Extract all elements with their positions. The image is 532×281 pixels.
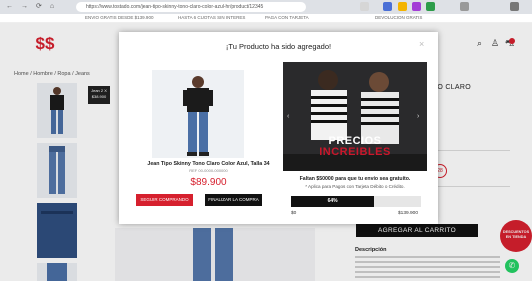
menu-icon[interactable]: [510, 2, 519, 11]
free-shipping-message: Faltan $50000 para que tu envío sea grat…: [299, 176, 411, 182]
promo-banner[interactable]: PRECIOS INCREIBLES ‹ ›: [283, 62, 427, 171]
added-product-price: $89.900: [190, 177, 227, 188]
promo-strip: ENVIO GRATIS DESDE $139.900 HASTA 6 CUOT…: [0, 14, 532, 23]
profile-icon[interactable]: [460, 2, 469, 11]
reload-icon[interactable]: ⟳: [36, 0, 42, 14]
added-to-cart-modal: ¡Tu Producto ha sido agregado! × Jean Ti…: [119, 32, 438, 224]
chevron-right-icon[interactable]: ›: [417, 113, 419, 120]
forward-icon[interactable]: →: [21, 0, 28, 14]
promo-item: DEVOLUCION GRATIS: [375, 15, 423, 20]
extension-icon[interactable]: [426, 2, 435, 11]
promo-item: ENVIO GRATIS DESDE $139.900: [85, 15, 154, 20]
home-icon[interactable]: ⌂: [50, 0, 54, 14]
extension-icon[interactable]: [383, 2, 392, 11]
extension-icon[interactable]: [360, 2, 369, 11]
promo-item: HASTA 6 CUOTAS SIN INTERES: [178, 15, 246, 20]
added-product-code: REF 00-0000-000000: [189, 168, 228, 173]
free-shipping-note: * Aplica para Pagos con Tarjeta Débito o…: [305, 184, 405, 189]
progress-max-label: $139.900: [398, 211, 419, 216]
promo-item: PAGA CON TARJETA: [265, 15, 309, 20]
progress-percent: 64%: [327, 198, 338, 204]
extension-icon[interactable]: [412, 2, 421, 11]
finish-purchase-button[interactable]: FINALIZAR LA COMPRA: [205, 194, 262, 206]
progress-min-label: $0: [291, 211, 297, 216]
shipping-progress-bar: 64%: [291, 196, 421, 207]
added-product-name: Jean Tipo Skinny Tono Claro Color Azul, …: [147, 161, 270, 167]
added-product-photo: [152, 70, 244, 158]
extension-icon[interactable]: [398, 2, 407, 11]
address-bar[interactable]: https://www.tostado.com/jean-tipo-skinny…: [76, 2, 306, 12]
chevron-left-icon[interactable]: ‹: [287, 113, 289, 120]
continue-shopping-button[interactable]: SEGUIR COMPRANDO: [136, 194, 193, 206]
back-icon[interactable]: ←: [6, 0, 13, 14]
modal-title: ¡Tu Producto ha sido agregado!: [225, 42, 332, 51]
promo-headline-accent: INCREIBLES: [319, 146, 391, 158]
close-icon[interactable]: ×: [419, 39, 424, 49]
